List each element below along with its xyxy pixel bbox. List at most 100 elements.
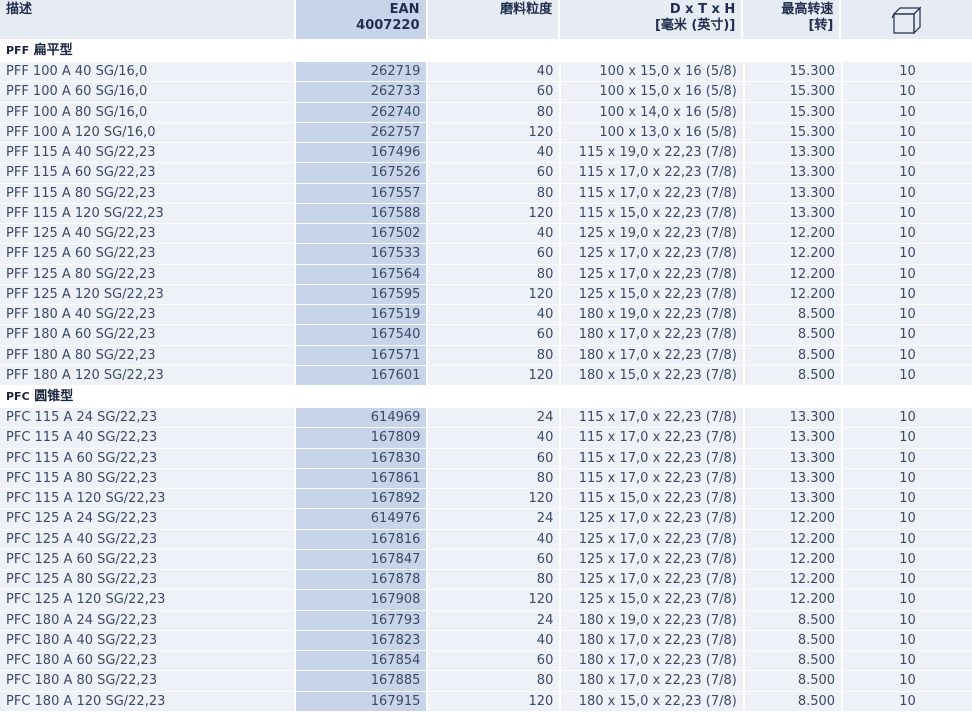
- cell-grit: 60: [428, 549, 560, 570]
- cell-description: PFF 125 A 120 SG/22,23: [0, 284, 295, 305]
- cell-ean: 262757: [296, 122, 427, 143]
- cell-quantity: 10: [843, 549, 972, 570]
- cell-max-speed: 12.200: [744, 590, 842, 611]
- header-ean: EAN 4007220: [295, 0, 426, 40]
- cell-description: PFF 180 A 120 SG/22,23: [0, 365, 295, 386]
- table-row: PFC 180 A 24 SG/22,23 167793 24 180 x 19,0 …: [0, 610, 972, 631]
- cell-max-speed: 13.300: [744, 143, 842, 164]
- cell-quantity: 10: [843, 570, 972, 591]
- cell-description: PFC 115 A 120 SG/22,23: [0, 489, 295, 510]
- cell-grit: 60: [428, 651, 560, 672]
- table-row: PFF 100 A 60 SG/16,0 262733 60 100 x 15,0 x…: [0, 82, 972, 103]
- cell-max-speed: 13.300: [744, 489, 842, 510]
- cell-ean: 167878: [296, 570, 427, 591]
- cell-grit: 120: [428, 284, 560, 305]
- cell-grit: 40: [428, 529, 560, 550]
- cell-max-speed: 15.300: [744, 102, 842, 123]
- cell-grit: 40: [428, 62, 560, 83]
- cell-grit: 24: [428, 610, 560, 631]
- product-table: 描述 EAN 4007220 磨料粒度 D x T x H [毫米 (英寸)] …: [0, 0, 972, 712]
- cell-description: PFC 125 A 40 SG/22,23: [0, 529, 295, 550]
- table-row: PFF 125 A 120 SG/22,23 167595 120 125 x 15,…: [0, 284, 972, 305]
- cell-quantity: 10: [843, 651, 972, 672]
- cell-grit: 120: [428, 122, 560, 143]
- cell-quantity: 10: [843, 264, 972, 285]
- cell-quantity: 10: [843, 284, 972, 305]
- table-row: PFF 115 A 60 SG/22,23 167526 60 115 x 17,0 …: [0, 163, 972, 184]
- cell-quantity: 10: [843, 345, 972, 366]
- cell-grit: 60: [428, 82, 560, 103]
- table-row: PFC 125 A 80 SG/22,23 167878 80 125 x 17,0 …: [0, 570, 972, 591]
- cell-quantity: 10: [843, 163, 972, 184]
- cell-dimensions: 115 x 15,0 x 22,23 (7/8): [561, 203, 743, 224]
- cell-max-speed: 8.500: [744, 691, 842, 712]
- cell-max-speed: 13.300: [744, 163, 842, 184]
- cell-max-speed: 12.200: [744, 244, 842, 265]
- cell-dimensions: 180 x 17,0 x 22,23 (7/8): [561, 345, 743, 366]
- cell-quantity: 10: [843, 529, 972, 550]
- cell-dimensions: 125 x 17,0 x 22,23 (7/8): [561, 509, 743, 530]
- cell-description: PFC 180 A 24 SG/22,23: [0, 610, 295, 631]
- cell-max-speed: 8.500: [744, 610, 842, 631]
- box-icon: [891, 6, 922, 34]
- cell-grit: 80: [428, 671, 560, 692]
- cell-dimensions: 115 x 17,0 x 22,23 (7/8): [561, 428, 743, 449]
- cell-dimensions: 125 x 17,0 x 22,23 (7/8): [561, 529, 743, 550]
- table-row: PFC 180 A 60 SG/22,23 167854 60 180 x 17,0 …: [0, 651, 972, 672]
- cell-ean: 614976: [296, 509, 427, 530]
- cell-description: PFF 100 A 40 SG/16,0: [0, 62, 295, 83]
- cell-ean: 167892: [296, 489, 427, 510]
- cell-dimensions: 115 x 17,0 x 22,23 (7/8): [561, 468, 743, 489]
- cell-ean: 167519: [296, 305, 427, 326]
- table-body: PFF 扁平型 PFF 100 A 40 SG/16,0 262719 40 100 x…: [0, 40, 972, 712]
- cell-dimensions: 115 x 17,0 x 22,23 (7/8): [561, 408, 743, 429]
- cell-description: PFF 115 A 80 SG/22,23: [0, 183, 295, 204]
- cell-max-speed: 13.300: [744, 203, 842, 224]
- table-row: PFC 125 A 120 SG/22,23 167908 120 125 x 15,…: [0, 590, 972, 611]
- cell-grit: 80: [428, 468, 560, 489]
- cell-ean: 167861: [296, 468, 427, 489]
- cell-ean: 167526: [296, 163, 427, 184]
- cell-description: PFC 125 A 120 SG/22,23: [0, 590, 295, 611]
- cell-grit: 80: [428, 345, 560, 366]
- cell-ean: 167830: [296, 448, 427, 469]
- cell-description: PFC 180 A 120 SG/22,23: [0, 691, 295, 712]
- table-row: PFF 115 A 80 SG/22,23 167557 80 115 x 17,0 …: [0, 183, 972, 204]
- cell-description: PFC 180 A 40 SG/22,23: [0, 630, 295, 651]
- table-row: PFF 180 A 120 SG/22,23 167601 120 180 x 15,…: [0, 365, 972, 386]
- cell-quantity: 10: [843, 408, 972, 429]
- header-grit-label: 磨料粒度: [500, 2, 553, 17]
- table-row: PFF 180 A 40 SG/22,23 167519 40 180 x 19,0 …: [0, 305, 972, 326]
- cell-dimensions: 180 x 15,0 x 22,23 (7/8): [561, 691, 743, 712]
- cell-dimensions: 180 x 19,0 x 22,23 (7/8): [561, 305, 743, 326]
- cell-dimensions: 125 x 17,0 x 22,23 (7/8): [561, 570, 743, 591]
- cell-grit: 40: [428, 630, 560, 651]
- cell-ean: 614969: [296, 408, 427, 429]
- cell-description: PFC 115 A 40 SG/22,23: [0, 428, 295, 449]
- cell-dimensions: 125 x 17,0 x 22,23 (7/8): [561, 244, 743, 265]
- cell-max-speed: 15.300: [744, 62, 842, 83]
- table-row: PFC 180 A 40 SG/22,23 167823 40 180 x 17,0 …: [0, 630, 972, 651]
- cell-ean: 167885: [296, 671, 427, 692]
- table-row: PFC 125 A 60 SG/22,23 167847 60 125 x 17,0 …: [0, 549, 972, 570]
- cell-dimensions: 115 x 17,0 x 22,23 (7/8): [561, 183, 743, 204]
- cell-ean: 167557: [296, 183, 427, 204]
- cell-ean: 262733: [296, 82, 427, 103]
- cell-ean: 167601: [296, 365, 427, 386]
- cell-ean: 167854: [296, 651, 427, 672]
- cell-max-speed: 8.500: [744, 630, 842, 651]
- cell-description: PFF 115 A 40 SG/22,23: [0, 143, 295, 164]
- cell-ean: 167915: [296, 691, 427, 712]
- cell-dimensions: 100 x 14,0 x 16 (5/8): [561, 102, 743, 123]
- cell-max-speed: 12.200: [744, 509, 842, 530]
- cell-dimensions: 180 x 17,0 x 22,23 (7/8): [561, 630, 743, 651]
- header-grit: 磨料粒度: [427, 0, 559, 40]
- cell-description: PFF 125 A 60 SG/22,23: [0, 244, 295, 265]
- table-row: PFC 115 A 120 SG/22,23 167892 120 115 x 15,…: [0, 489, 972, 510]
- header-max-speed-unit: [转]: [808, 18, 834, 33]
- cell-quantity: 10: [843, 224, 972, 245]
- cell-ean: 262719: [296, 62, 427, 83]
- cell-quantity: 10: [843, 102, 972, 123]
- cell-max-speed: 13.300: [744, 468, 842, 489]
- cell-ean: 167816: [296, 529, 427, 550]
